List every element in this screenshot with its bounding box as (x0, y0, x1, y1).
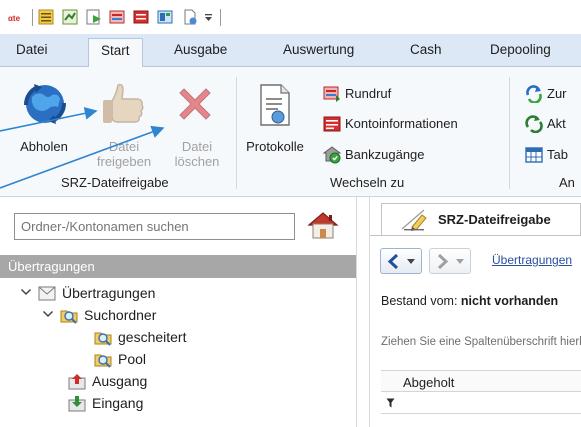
datei-loeschen-button[interactable]: Datei löschen (164, 73, 230, 169)
tree-item-label: Eingang (92, 395, 144, 411)
datei-loeschen-label-line2: löschen (174, 154, 220, 169)
ribbon-group-separator (236, 77, 237, 189)
outbox-icon (68, 374, 86, 390)
protokolle-label: Protokolle (246, 139, 304, 154)
tools-icon[interactable] (109, 9, 125, 25)
tab-auswertung[interactable]: Auswertung (283, 42, 354, 57)
protocol-document-icon (260, 84, 290, 126)
tab-datei[interactable]: Datei (16, 42, 48, 57)
broadcast-icon (323, 86, 340, 102)
pencil-tab-icon (401, 209, 427, 231)
app-logo-icon[interactable]: αte (7, 9, 29, 25)
tab-label: Tab (547, 147, 568, 162)
wechseln-zu-group-label: Wechseln zu (330, 175, 405, 190)
tree-item-label: gescheitert (118, 329, 187, 345)
run-icon[interactable] (86, 9, 102, 25)
card-icon[interactable] (133, 9, 149, 25)
search-folder-icon (94, 354, 112, 368)
pane-splitter[interactable] (356, 197, 370, 427)
inbox-icon (68, 396, 86, 412)
kontoinformationen-label: Kontoinformationen (345, 116, 458, 131)
akt-label: Akt (547, 116, 566, 131)
transfer-folder-icon (38, 286, 56, 301)
document-tab-srz-dateifreigabe[interactable]: SRZ-Dateifreigabe (381, 203, 581, 235)
grid-header-row: Abgeholt (381, 370, 581, 392)
tree-item-label: Pool (118, 351, 147, 367)
group-by-hint: Ziehen Sie eine Spaltenüberschrift hierh… (381, 336, 581, 348)
refresh-icon (526, 85, 542, 103)
nav-section-header: Übertragungen (0, 255, 356, 278)
document-tab-title: SRZ-Dateifreigabe (438, 212, 551, 227)
search-folder-icon (94, 332, 112, 346)
ribbon-tab-bar: Datei Start Ausgabe Auswertung Cash Depo… (0, 34, 581, 68)
document-icon[interactable] (182, 9, 198, 25)
search-folder-icon (60, 310, 78, 324)
tree-item-label: Suchordner (84, 307, 157, 323)
bestand-value: nicht vorhanden (460, 294, 559, 308)
ribbon-panel: Abholen Datei freigeben Datei löschen SR… (0, 67, 581, 197)
zur-label: Zur (547, 86, 567, 101)
chevron-down-icon[interactable] (20, 286, 32, 298)
datei-freigeben-button[interactable]: Datei freigeben (84, 73, 164, 169)
tab-depooling[interactable]: Depooling (490, 42, 551, 57)
abholen-label: Abholen (20, 139, 68, 154)
ordner-kontonamen-search-input[interactable] (14, 213, 295, 240)
third-group-label: An (559, 175, 575, 190)
column-header-abgeholt[interactable]: Abgeholt (403, 375, 454, 390)
tab-ausgabe[interactable]: Ausgabe (174, 42, 227, 57)
forward-arrow-icon (437, 254, 464, 269)
bestand-status: Bestand vom: nicht vorhanden (381, 294, 558, 308)
grid-icon[interactable] (62, 9, 78, 25)
bank-access-icon (323, 146, 341, 164)
tree-item-label: Übertragungen (62, 285, 156, 301)
tree-item-label: Ausgang (92, 373, 148, 389)
quick-access-toolbar: αte (0, 0, 581, 34)
datei-loeschen-label-line1: Datei (181, 139, 213, 154)
svg-text:αte: αte (8, 14, 21, 23)
tab-start[interactable]: Start (88, 38, 143, 68)
table-icon (525, 147, 543, 163)
breadcrumb-link[interactable]: Übertragungen (492, 253, 572, 267)
bestand-label: Bestand vom: (381, 294, 458, 308)
update-icon (525, 115, 543, 133)
red-x-icon (179, 88, 211, 120)
qat-separator (32, 9, 33, 26)
tab-cash[interactable]: Cash (410, 42, 442, 57)
panel-icon[interactable] (157, 9, 173, 25)
protokolle-button[interactable]: Protokolle (240, 73, 310, 169)
filter-icon[interactable] (386, 398, 395, 408)
home-icon[interactable] (305, 209, 341, 241)
rundruf-label: Rundruf (345, 86, 392, 101)
qat-dropdown-icon[interactable] (204, 9, 214, 25)
ribbon-group-separator (509, 77, 510, 189)
grid-filter-row[interactable] (381, 392, 581, 414)
back-arrow-icon (387, 254, 415, 269)
bankzugaenge-label: Bankzugänge (345, 147, 425, 162)
srz-dateifreigabe-group-label: SRZ-Dateifreigabe (61, 175, 169, 190)
chevron-down-icon[interactable] (42, 308, 54, 320)
thumbs-up-icon (103, 83, 144, 123)
account-info-icon (323, 116, 341, 132)
forward-button[interactable] (429, 248, 471, 274)
back-button[interactable] (380, 248, 422, 274)
globe-sync-icon (23, 84, 67, 124)
list-icon[interactable] (38, 9, 54, 25)
abholen-button[interactable]: Abholen (8, 73, 80, 169)
qat-separator (220, 9, 221, 26)
datei-freigeben-label-line1: Datei (108, 139, 140, 154)
datei-freigeben-label-line2: freigeben (96, 154, 152, 169)
